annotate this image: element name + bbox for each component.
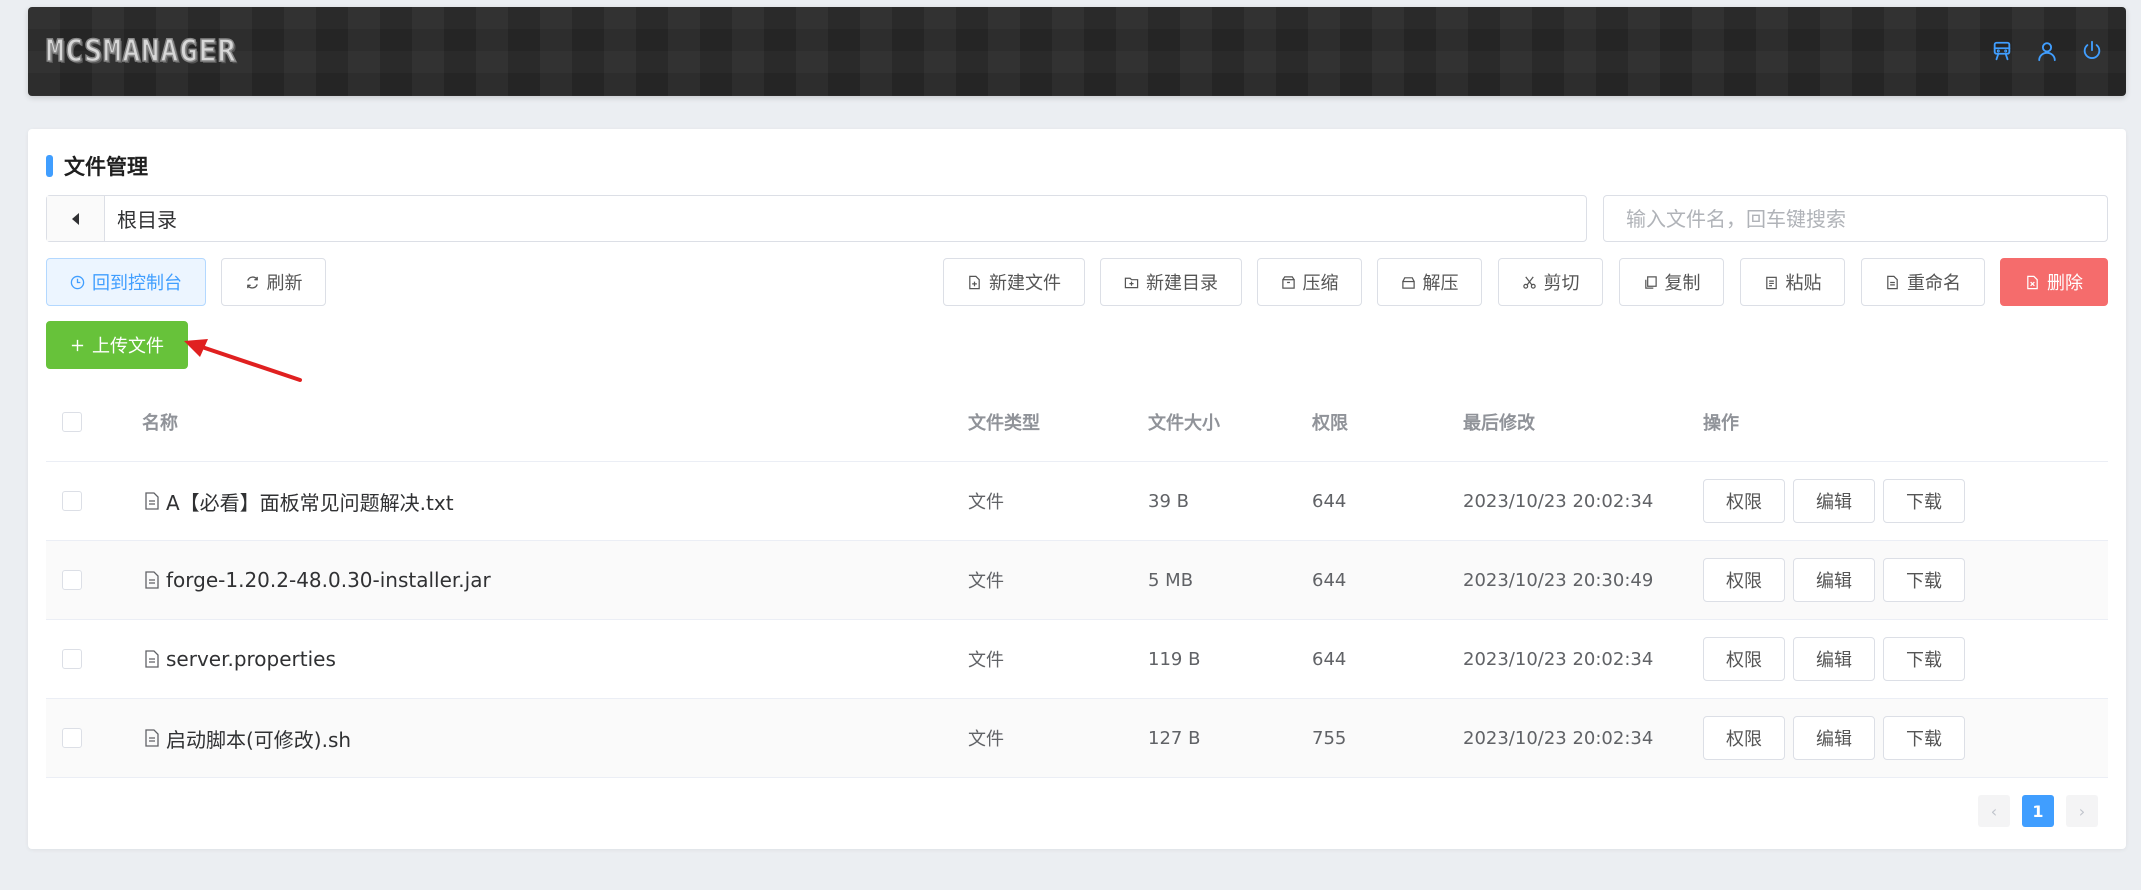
file-permission: 644 [1312,648,1347,670]
file-search-input[interactable] [1603,195,2108,242]
user-icon[interactable] [2035,37,2059,65]
box-open-icon [1401,276,1415,289]
path-bar: 根目录 [46,195,1587,242]
file-size: 127 B [1148,727,1201,749]
file-size: 5 MB [1148,569,1194,591]
table-header-row: 名称 文件类型 文件大小 权限 最后修改 操作 [46,383,2108,462]
page-1-button[interactable]: 1 [2022,795,2054,827]
file-manager-card: 文件管理 根目录 回到控制台 刷新 新建文件 新建目录 压缩 解压 剪切 复制 [28,129,2126,849]
delete-button[interactable]: 删除 [2000,258,2108,306]
select-all-checkbox[interactable] [62,412,82,432]
edit-button[interactable]: 编辑 [1793,558,1875,602]
edit-button[interactable]: 编辑 [1793,637,1875,681]
column-header-name[interactable]: 名称 [142,383,178,461]
back-button[interactable] [47,196,105,241]
row-checkbox[interactable] [62,491,82,511]
clock-icon [70,275,85,289]
download-button[interactable]: 下载 [1883,479,1965,523]
permission-button[interactable]: 权限 [1703,558,1785,602]
back-to-console-button[interactable]: 回到控制台 [46,258,206,306]
scissors-icon [1522,276,1536,289]
header-actions [1990,37,2104,65]
extract-button[interactable]: 解压 [1377,258,1482,306]
file-icon [145,729,159,747]
column-header-type[interactable]: 文件类型 [968,383,1040,461]
file-name[interactable]: server.properties [166,647,336,671]
top-header: MCSMANAGER [28,7,2126,96]
file-type: 文件 [968,729,1004,750]
file-modified: 2023/10/23 20:02:34 [1463,648,1654,670]
file-type: 文件 [968,650,1004,671]
file-name[interactable]: A【必看】面板常见问题解决.txt [166,487,454,516]
clipboard-icon [1765,276,1777,289]
title-accent-bar [46,155,53,177]
file-name[interactable]: forge-1.20.2-48.0.30-installer.jar [166,568,491,592]
row-checkbox[interactable] [62,570,82,590]
permission-button[interactable]: 权限 [1703,479,1785,523]
permission-button[interactable]: 权限 [1703,637,1785,681]
current-path: 根目录 [117,208,177,232]
compress-button[interactable]: 压缩 [1257,258,1362,306]
permission-button[interactable]: 权限 [1703,716,1785,760]
package-icon [1281,275,1295,289]
download-button[interactable]: 下载 [1883,716,1965,760]
file-delete-icon [2027,275,2038,289]
edit-button[interactable]: 编辑 [1793,716,1875,760]
upload-file-button[interactable]: 上传文件 [46,321,188,369]
server-icon[interactable] [1990,37,2014,65]
file-type: 文件 [968,492,1004,513]
file-permission: 644 [1312,490,1347,512]
copy-icon [1644,275,1657,289]
next-page-button[interactable]: › [2066,795,2098,827]
column-header-size[interactable]: 文件大小 [1148,383,1220,461]
column-header-ops: 操作 [1703,413,1739,434]
table-row[interactable]: A【必看】面板常见问题解决.txt 文件 39 B 644 2023/10/23… [46,462,2108,541]
rename-button[interactable]: 重命名 [1861,258,1985,306]
file-size: 119 B [1148,648,1201,670]
mcsmanager-logo[interactable]: MCSMANAGER [45,34,237,70]
table-row[interactable]: forge-1.20.2-48.0.30-installer.jar 文件 5 … [46,541,2108,620]
file-type: 文件 [968,571,1004,592]
edit-button[interactable]: 编辑 [1793,479,1875,523]
folder-add-icon [1124,277,1139,288]
download-button[interactable]: 下载 [1883,637,1965,681]
file-add-icon [969,275,980,289]
file-name[interactable]: 启动脚本(可修改).sh [166,724,351,753]
file-icon [145,650,159,668]
paste-button[interactable]: 粘贴 [1740,258,1845,306]
file-icon [145,571,159,589]
column-header-modified[interactable]: 最后修改 [1463,383,1535,461]
file-modified: 2023/10/23 20:30:49 [1463,569,1654,591]
file-modified: 2023/10/23 20:02:34 [1463,727,1654,749]
prev-page-button[interactable]: ‹ [1978,795,2010,827]
file-text-icon [1887,275,1898,289]
panel-title-text: 文件管理 [64,155,148,179]
file-permission: 755 [1312,727,1347,749]
column-header-perm[interactable]: 权限 [1312,383,1348,461]
panel-title: 文件管理 [46,151,148,181]
table-row[interactable]: server.properties 文件 119 B 644 2023/10/2… [46,620,2108,699]
file-permission: 644 [1312,569,1347,591]
cut-button[interactable]: 剪切 [1498,258,1603,306]
pagination: ‹ 1 › [1978,795,2098,827]
file-icon [145,492,159,510]
row-checkbox[interactable] [62,649,82,669]
refresh-button[interactable]: 刷新 [221,258,326,306]
plus-icon [71,339,84,351]
caret-left-icon [71,212,79,225]
file-size: 39 B [1148,490,1189,512]
power-icon[interactable] [2080,37,2104,65]
file-modified: 2023/10/23 20:02:34 [1463,490,1654,512]
new-file-button[interactable]: 新建文件 [943,258,1085,306]
new-directory-button[interactable]: 新建目录 [1100,258,1242,306]
copy-button[interactable]: 复制 [1619,258,1724,306]
refresh-icon [246,275,258,289]
row-checkbox[interactable] [62,728,82,748]
file-table: 名称 文件类型 文件大小 权限 最后修改 操作 A【必看】面板常见问题解决.tx… [46,383,2108,778]
table-row[interactable]: 启动脚本(可修改).sh 文件 127 B 755 2023/10/23 20:… [46,699,2108,778]
download-button[interactable]: 下载 [1883,558,1965,602]
